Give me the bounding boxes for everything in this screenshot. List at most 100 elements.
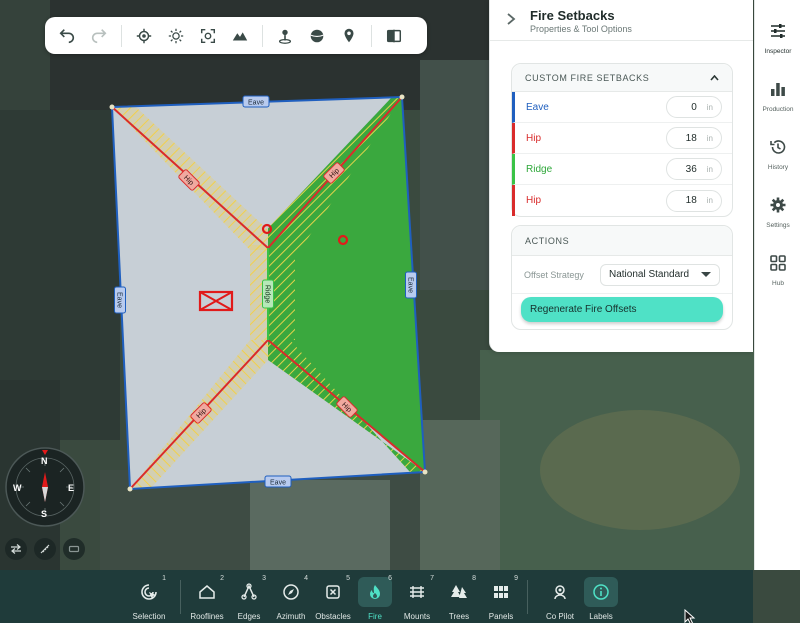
inspector-panel: Fire Setbacks Properties & Tool Options … [489, 0, 753, 352]
tool-label: Fire [368, 612, 382, 621]
rail-item-production[interactable]: Production [755, 78, 800, 113]
tool-label: Azimuth [276, 612, 306, 621]
tool-label: Obstacles [315, 612, 351, 621]
custom-setbacks-card: CUSTOM FIRE SETBACKS Eave 0 in Hip 18 in Ridge… [511, 63, 733, 217]
offset-strategy-label: Offset Strategy [524, 269, 584, 280]
setback-label: Hip [526, 132, 542, 144]
hip-label[interactable]: Hip [178, 169, 200, 191]
toolbar-divider [527, 580, 528, 614]
panel-header: Fire Setbacks Properties & Tool Options [490, 0, 753, 41]
setback-row-hip: Hip 18 in [512, 123, 732, 154]
rail-item-label: Settings [766, 222, 790, 229]
undo-icon[interactable] [51, 22, 83, 50]
setback-unit: in [706, 164, 713, 174]
rail-item-inspector[interactable]: Inspector [755, 20, 800, 55]
svg-text:Eave: Eave [248, 100, 264, 107]
setback-label: Eave [526, 101, 549, 113]
pin-icon[interactable] [269, 22, 301, 50]
offset-strategy-select[interactable]: National Standard [600, 263, 720, 286]
obstacle-icon: 5 [316, 575, 350, 607]
trees-icon: 8 [442, 575, 476, 607]
tool-label: Trees [448, 612, 470, 621]
locate-icon[interactable] [128, 22, 160, 50]
actions-card: ACTIONS Offset Strategy National Standar… [511, 225, 733, 330]
rail-item-hub[interactable]: Hub [755, 252, 800, 287]
compass-south: S [41, 509, 48, 519]
rail-item-label: History [767, 164, 789, 171]
panel-title: Fire Setbacks [530, 8, 615, 23]
info-icon [584, 577, 618, 607]
setback-input[interactable]: 18 in [666, 127, 722, 149]
tool-label: Labels [589, 612, 613, 621]
regenerate-fire-offsets-button[interactable]: Regenerate Fire Offsets [521, 297, 723, 322]
tool-labels[interactable]: Labels [575, 570, 627, 623]
chevron-right-icon[interactable] [506, 12, 516, 28]
svg-text:Eave: Eave [270, 480, 286, 487]
grid-icon [767, 252, 789, 274]
tool-panels[interactable]: 9 Panels [475, 570, 527, 623]
setback-label: Ridge [526, 163, 553, 175]
shortcut-number: 9 [514, 575, 518, 582]
tool-label: Mounts [403, 612, 431, 621]
right-rail: Inspector Production History Settings Hu… [754, 0, 800, 570]
layers-icon[interactable] [63, 538, 85, 560]
rail-item-label: Inspector [764, 48, 792, 55]
toolbar-divider [121, 24, 122, 47]
rail-item-label: Hub [772, 280, 784, 287]
gear-icon [767, 194, 789, 216]
terrain-icon[interactable] [224, 22, 256, 50]
swap-icon[interactable] [5, 538, 27, 560]
rail-item-settings[interactable]: Settings [755, 194, 800, 229]
panels-icon: 9 [484, 575, 518, 607]
setback-input[interactable]: 36 in [666, 158, 722, 180]
compass-west: W [13, 483, 22, 493]
measure-icon[interactable] [34, 538, 56, 560]
compass-east: E [68, 483, 75, 493]
compass[interactable]: N S E W [4, 446, 86, 528]
hip-label[interactable]: Hip [323, 162, 345, 184]
tool-label: Co Pilot [545, 612, 574, 621]
chevron-up-icon[interactable] [710, 73, 719, 83]
split-view-icon[interactable] [378, 22, 410, 50]
setback-input[interactable]: 18 in [666, 189, 722, 212]
globe-icon[interactable] [301, 22, 333, 50]
tool-label: Rooflines [190, 612, 224, 621]
hip-label[interactable]: Hip [190, 402, 212, 424]
fire-icon: 6 [358, 575, 392, 607]
eave-label[interactable]: Eave [114, 286, 126, 314]
rail-item-label: Production [762, 106, 794, 113]
focus-icon[interactable] [192, 22, 224, 50]
eave-label[interactable]: Eave [264, 475, 292, 488]
map-toolbar [45, 17, 427, 54]
svg-text:Eave: Eave [116, 292, 123, 308]
setback-input[interactable]: 0 in [666, 96, 722, 118]
sliders-icon [767, 20, 789, 42]
rail-item-history[interactable]: History [755, 136, 800, 171]
setback-value: 36 [685, 163, 697, 175]
svg-text:Eave: Eave [407, 277, 414, 293]
section-heading: ACTIONS [512, 226, 732, 256]
tool-selection[interactable]: 1 Selection [123, 570, 175, 623]
bar-chart-icon [767, 78, 789, 100]
shortcut-number: 1 [162, 575, 166, 582]
section-heading: CUSTOM FIRE SETBACKS [525, 72, 650, 83]
history-icon [767, 136, 789, 158]
custom-setbacks-header[interactable]: CUSTOM FIRE SETBACKS [512, 64, 732, 92]
eave-label[interactable]: Eave [242, 95, 270, 108]
redo-icon[interactable] [83, 22, 115, 50]
setback-row-eave: Eave 0 in [512, 92, 732, 123]
setback-label: Hip [526, 195, 542, 206]
panel-subtitle: Properties & Tool Options [530, 24, 632, 34]
hip-label[interactable]: Hip [336, 396, 358, 418]
brightness-icon[interactable] [160, 22, 192, 50]
edges-icon: 3 [232, 575, 266, 607]
ridge-label[interactable]: Ridge [262, 279, 274, 309]
toolbar-divider [262, 24, 263, 47]
selection-icon: 1 [132, 575, 166, 607]
mounts-icon: 7 [400, 575, 434, 607]
eave-label[interactable]: Eave [405, 271, 417, 299]
setback-value: 0 [691, 101, 697, 113]
pin-off-icon[interactable] [333, 22, 365, 50]
setback-value: 18 [685, 132, 697, 144]
tool-label: Panels [488, 612, 514, 621]
